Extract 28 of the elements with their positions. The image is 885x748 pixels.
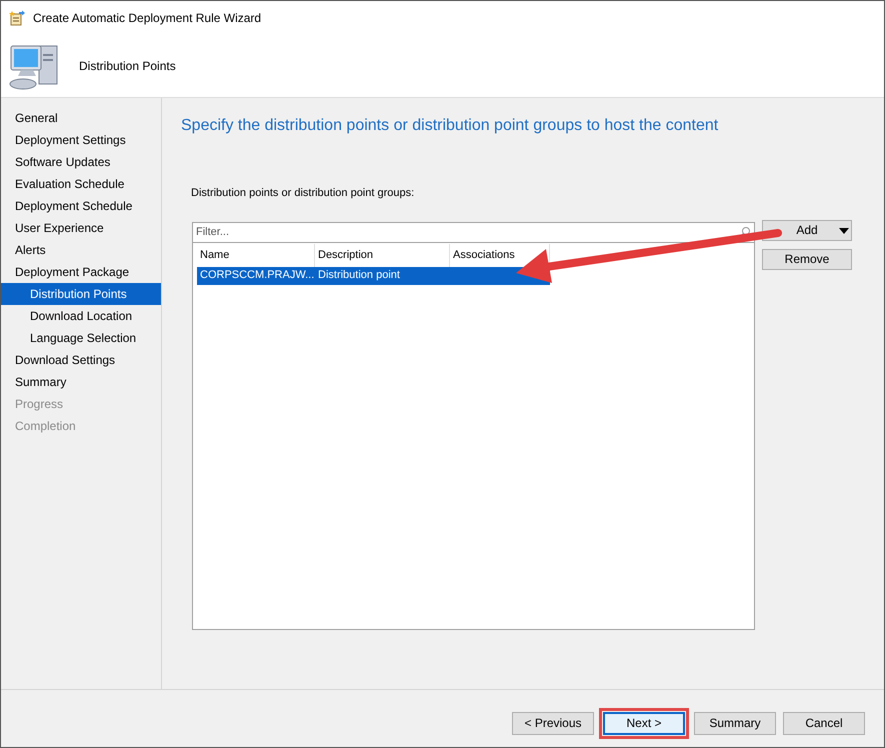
wizard-icon [9,10,25,26]
step-item[interactable]: Deployment Package [1,261,161,283]
step-item[interactable]: Distribution Points [1,283,161,305]
table-cell: Distribution point [318,269,400,282]
cancel-button[interactable]: Cancel [783,712,865,734]
step-item[interactable]: User Experience [1,217,161,239]
step-item[interactable]: Evaluation Schedule [1,173,161,195]
filter-field[interactable]: Filter... [192,222,755,242]
previous-button[interactable]: < Previous [512,712,594,734]
step-item[interactable]: Summary [1,371,161,393]
list-label: Distribution points or distribution point groups: [191,186,416,201]
summary-button[interactable]: Summary [694,712,776,734]
content-heading: Specify the distribution points or distribution point groups to host the content [181,116,720,136]
step-item[interactable]: Download Location [1,305,161,327]
step-item[interactable]: Deployment Schedule [1,195,161,217]
remove-button[interactable]: Remove [762,248,852,270]
page-title: Distribution Points [79,58,176,74]
step-item[interactable]: Software Updates [1,151,161,173]
step-item[interactable]: General [1,107,161,129]
table-row[interactable]: CORPSCCM.PRAJW... Distribution point [197,266,550,284]
step-item[interactable]: Language Selection [1,327,161,349]
table-cell: CORPSCCM.PRAJW... [200,269,314,282]
window-title: Create Automatic Deployment Rule Wizard [33,10,262,26]
step-item[interactable]: Alerts [1,239,161,261]
step-item[interactable]: Deployment Settings [1,129,161,151]
add-dropdown-button[interactable]: Add [762,220,852,240]
step-item[interactable]: Download Settings [1,349,161,371]
next-button[interactable]: Next > [603,712,685,734]
